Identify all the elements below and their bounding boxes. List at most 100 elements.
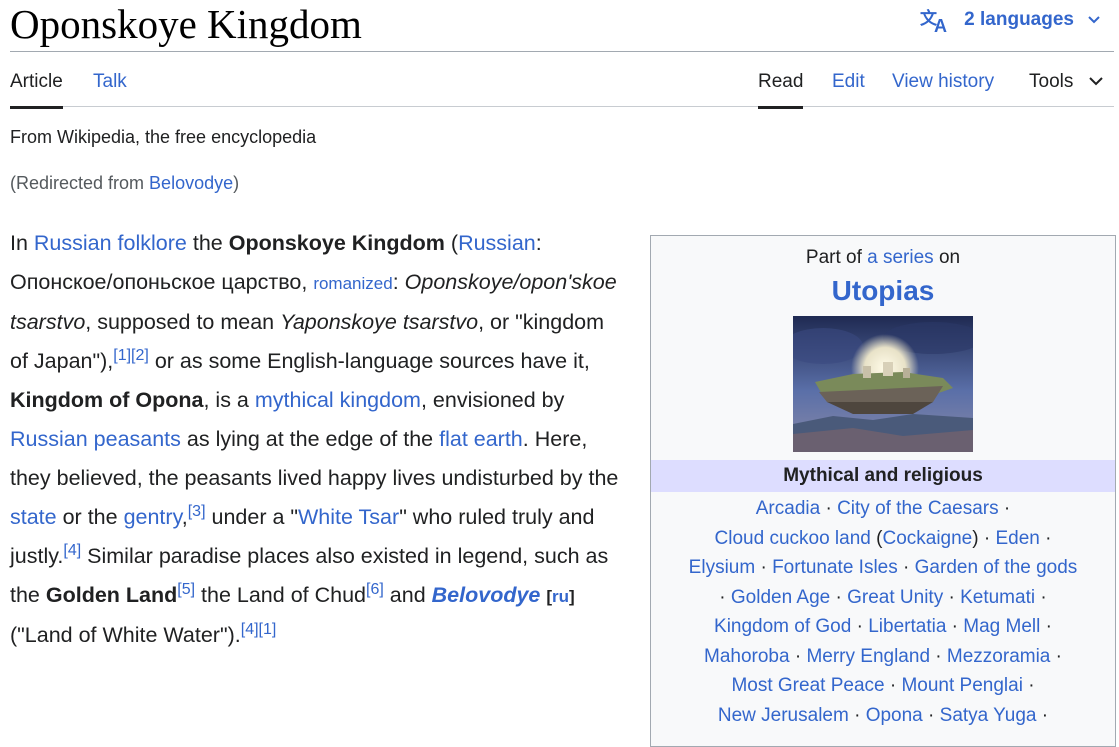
separator: · — [930, 645, 947, 667]
list-item-link[interactable]: Arcadia — [756, 498, 820, 519]
list-line: Most Great Peace · Mount Penglai · — [651, 671, 1115, 701]
utopia-floating-island-image[interactable] — [793, 316, 973, 452]
list-item-link[interactable]: Opona — [866, 705, 923, 726]
list-line: Cloud cuckoo land (Cockaigne) · Eden · — [651, 524, 1115, 554]
text: , envisioned by — [420, 388, 565, 412]
chevron-down-icon[interactable] — [1089, 76, 1103, 86]
separator: · — [1040, 616, 1052, 637]
series-infobox: Part of a series on Utopias Mythical and… — [650, 235, 1116, 747]
citation-link[interactable]: [3] — [188, 503, 206, 520]
citation-link[interactable]: [4] — [63, 542, 81, 559]
text: Part of — [805, 247, 868, 268]
separator: · — [755, 557, 773, 578]
separator: · — [830, 586, 848, 608]
citation-link[interactable]: [4] — [241, 621, 259, 638]
separator: · — [998, 498, 1011, 519]
list-item-link[interactable]: Eden — [995, 528, 1039, 549]
list-item-link[interactable]: Great Unity — [847, 587, 943, 608]
citation-link[interactable]: [6] — [366, 581, 384, 598]
list-item-link[interactable]: Libertatia — [868, 616, 946, 637]
link-russian-peasants[interactable]: Russian peasants — [10, 427, 181, 451]
list-item-link[interactable]: City of the Caesars — [837, 498, 999, 519]
link-russian-folklore[interactable]: Russian folklore — [34, 231, 187, 255]
separator: · — [719, 586, 731, 608]
list-item-link[interactable]: Elysium — [689, 557, 756, 578]
separator: · — [978, 527, 996, 549]
tab-talk[interactable]: Talk — [93, 71, 127, 93]
redirect-suffix: ) — [233, 173, 240, 193]
list-item-link[interactable]: Merry England — [806, 646, 930, 667]
series-caption: Part of a series on — [651, 242, 1115, 274]
list-item-link[interactable]: Mag Mell — [963, 616, 1040, 637]
separator: · — [1039, 527, 1052, 549]
redirect-link[interactable]: Belovodye — [149, 173, 233, 193]
separator: · — [943, 586, 961, 608]
language-button[interactable]: 文 A 2 languages — [920, 7, 1114, 33]
separator: · — [1035, 586, 1047, 608]
translate-icon: 文 A — [920, 8, 947, 33]
tab-article[interactable]: Article — [10, 71, 63, 109]
citation-link[interactable]: [1] — [259, 621, 277, 638]
list-item-link[interactable]: Golden Age — [731, 587, 830, 608]
list-item-link[interactable]: Ketumati — [960, 587, 1035, 608]
list-item-link[interactable]: Mount Penglai — [901, 675, 1022, 696]
link-state[interactable]: state — [10, 505, 57, 529]
separator: · — [820, 498, 838, 519]
list-line: Kingdom of God · Libertatia · Mag Mell · — [651, 612, 1115, 642]
redirect-notice: (Redirected from Belovodye) — [10, 172, 239, 194]
link-ru[interactable]: ru — [552, 587, 569, 606]
italic-term: Yaponskoye tsarstvo — [280, 310, 479, 334]
bold-term: Golden Land — [45, 583, 178, 607]
link-flat-earth[interactable]: flat earth — [439, 427, 523, 451]
separator: · — [897, 557, 915, 578]
list-item-link[interactable]: Most Great Peace — [731, 675, 884, 696]
separator: · — [922, 704, 940, 726]
series-title-link[interactable]: Utopias — [651, 274, 1115, 308]
list-item-link[interactable]: Cockaigne — [882, 528, 972, 549]
citation-link[interactable]: [2] — [131, 347, 149, 364]
separator: · — [884, 675, 902, 696]
article-body: In Russian folklore the Oponskoye Kingdo… — [10, 224, 620, 655]
tools-menu-button[interactable]: Tools — [1029, 71, 1073, 93]
redirect-prefix: (Redirected from — [10, 173, 150, 193]
link-belovodye[interactable]: Belovodye — [432, 583, 541, 607]
bold-term: Oponskoye Kingdom — [228, 231, 445, 255]
tab-read[interactable]: Read — [758, 71, 804, 109]
link-white-tsar[interactable]: White Tsar — [298, 505, 399, 529]
separator: · — [1022, 675, 1035, 696]
list-item-link[interactable]: Kingdom of God — [714, 616, 851, 637]
list-item-link[interactable]: Satya Yuga — [940, 705, 1037, 726]
bracket: ] — [569, 587, 575, 606]
page-tabs: Article Talk Read Edit View history Tool… — [10, 52, 1114, 109]
text: and — [383, 583, 432, 607]
text: : — [392, 270, 405, 294]
list-item-link[interactable]: Mahoroba — [704, 646, 790, 667]
citation-link[interactable]: [1] — [113, 347, 131, 364]
text: the — [186, 231, 229, 255]
citation-link[interactable]: [5] — [177, 581, 195, 598]
list-line: New Jerusalem · Opona · Satya Yuga · — [651, 701, 1115, 731]
text: on — [933, 247, 961, 268]
separator: · — [946, 616, 964, 637]
svg-text:A: A — [934, 16, 947, 33]
list-item-link[interactable]: Garden of the gods — [915, 557, 1078, 578]
article-paragraph: In Russian folklore the Oponskoye Kingdo… — [10, 224, 620, 655]
link-romanized[interactable]: romanized — [313, 274, 392, 293]
text: or as some English-language sources have… — [148, 349, 590, 373]
link-gentry[interactable]: gentry — [124, 505, 182, 529]
text: or the — [56, 505, 124, 529]
list-line: Arcadia · City of the Caesars · — [651, 494, 1115, 524]
text: under a " — [205, 505, 299, 529]
tab-view-history[interactable]: View history — [892, 71, 994, 93]
list-item-link[interactable]: New Jerusalem — [718, 705, 849, 726]
link-series[interactable]: a series — [867, 247, 934, 268]
utopias-list: Arcadia · City of the Caesars · Cloud cu… — [651, 492, 1115, 730]
list-item-link[interactable]: Mezzoramia — [947, 646, 1050, 667]
tab-edit[interactable]: Edit — [832, 71, 865, 93]
interlanguage-link: [ru] — [546, 587, 574, 606]
link-russian[interactable]: Russian — [458, 231, 536, 255]
list-item-link[interactable]: Cloud cuckoo land — [715, 528, 871, 549]
link-mythical-kingdom[interactable]: mythical kingdom — [255, 388, 421, 412]
page-header: Oponskoye Kingdom 文 A 2 languages — [10, 0, 1114, 52]
list-item-link[interactable]: Fortunate Isles — [772, 557, 898, 578]
